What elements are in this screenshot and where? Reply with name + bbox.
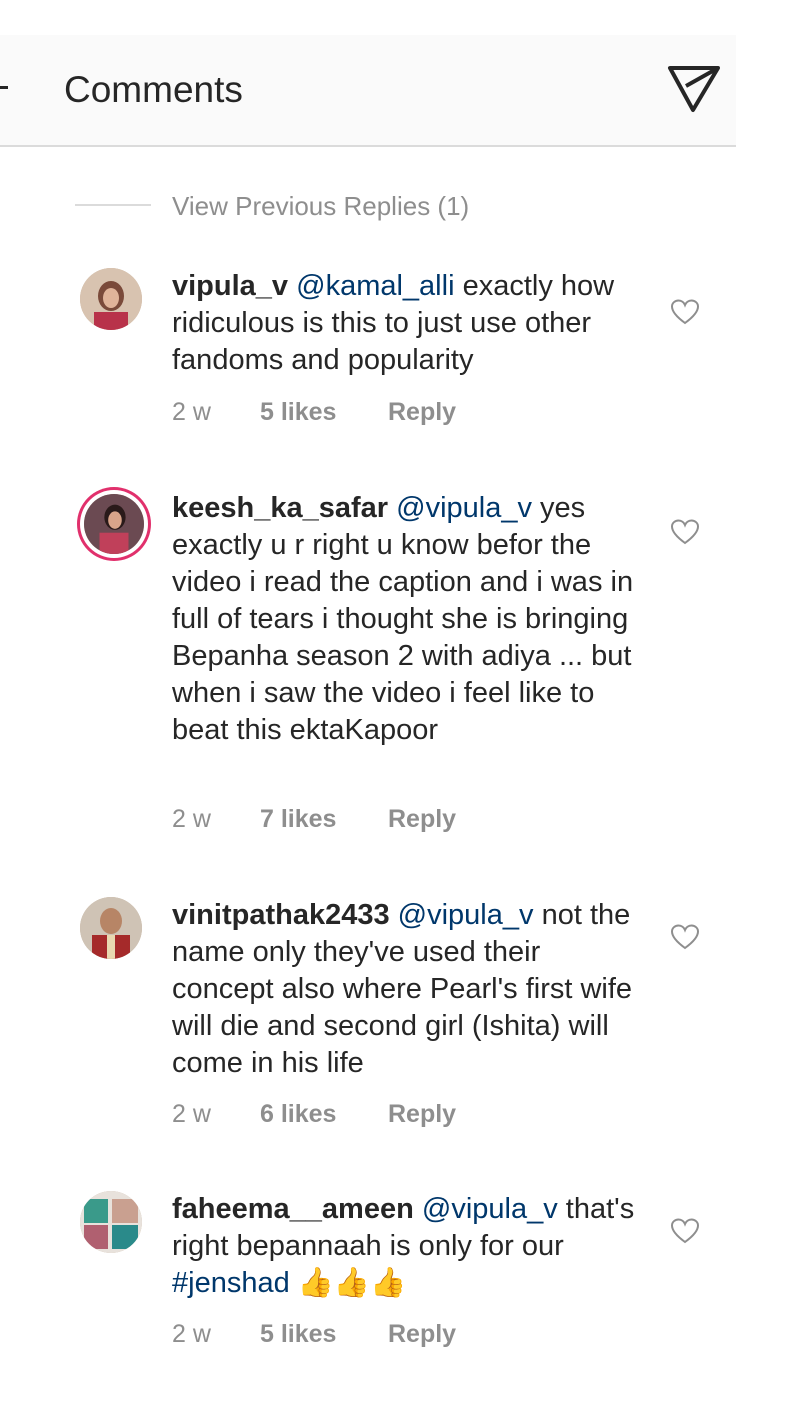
thumbs-up-emoji: 👍👍👍 (289, 1267, 407, 1299)
comment-text: vinitpathak2433 @vipula_v not the name o… (172, 897, 647, 1082)
avatar[interactable] (80, 1191, 142, 1253)
comment-body: yes exactly u r right u know befor the v… (172, 492, 634, 746)
avatar[interactable] (80, 268, 142, 330)
comment-time: 2 w (172, 1100, 211, 1128)
comment-username[interactable]: vinitpathak2433 (172, 899, 390, 931)
comment-likes[interactable]: 5 likes (260, 397, 336, 427)
comment-likes[interactable]: 5 likes (260, 1319, 336, 1349)
heart-icon[interactable] (670, 518, 700, 546)
comment-likes[interactable]: 7 likes (260, 804, 336, 834)
page-title: Comments (64, 69, 243, 110)
comment-text: faheema__ameen @vipula_v that's right be… (172, 1191, 647, 1302)
comment-text: keesh_ka_safar @vipula_v yes exactly u r… (172, 490, 652, 749)
comment-likes[interactable]: 6 likes (260, 1099, 336, 1129)
heart-icon[interactable] (670, 298, 700, 326)
comment-mention[interactable]: @vipula_v (396, 492, 532, 524)
comment-username[interactable]: faheema__ameen (172, 1193, 414, 1225)
hashtag-link[interactable]: #jenshad (172, 1267, 290, 1299)
comment-time: 2 w (172, 805, 211, 833)
reply-button[interactable]: Reply (388, 1099, 456, 1129)
reply-button[interactable]: Reply (388, 397, 456, 427)
send-icon[interactable] (666, 62, 722, 114)
comment-time: 2 w (172, 1320, 211, 1348)
heart-icon[interactable] (670, 923, 700, 951)
avatar[interactable] (80, 897, 142, 959)
comment-username[interactable]: vipula_v (172, 270, 288, 302)
reply-button[interactable]: Reply (388, 1319, 456, 1349)
back-arrow-icon[interactable] (0, 86, 8, 89)
view-previous-replies[interactable]: View Previous Replies (1) (172, 190, 469, 222)
avatar[interactable] (84, 494, 144, 554)
comment-mention[interactable]: @vipula_v (398, 899, 534, 931)
comment-text: vipula_v @kamal_alli exactly how ridicul… (172, 268, 652, 379)
replies-divider (75, 204, 151, 206)
reply-button[interactable]: Reply (388, 804, 456, 834)
comment-mention[interactable]: @kamal_alli (296, 270, 454, 302)
comment-username[interactable]: keesh_ka_safar (172, 492, 388, 524)
heart-icon[interactable] (670, 1217, 700, 1245)
comment-mention[interactable]: @vipula_v (422, 1193, 558, 1225)
comment-time: 2 w (172, 398, 211, 426)
